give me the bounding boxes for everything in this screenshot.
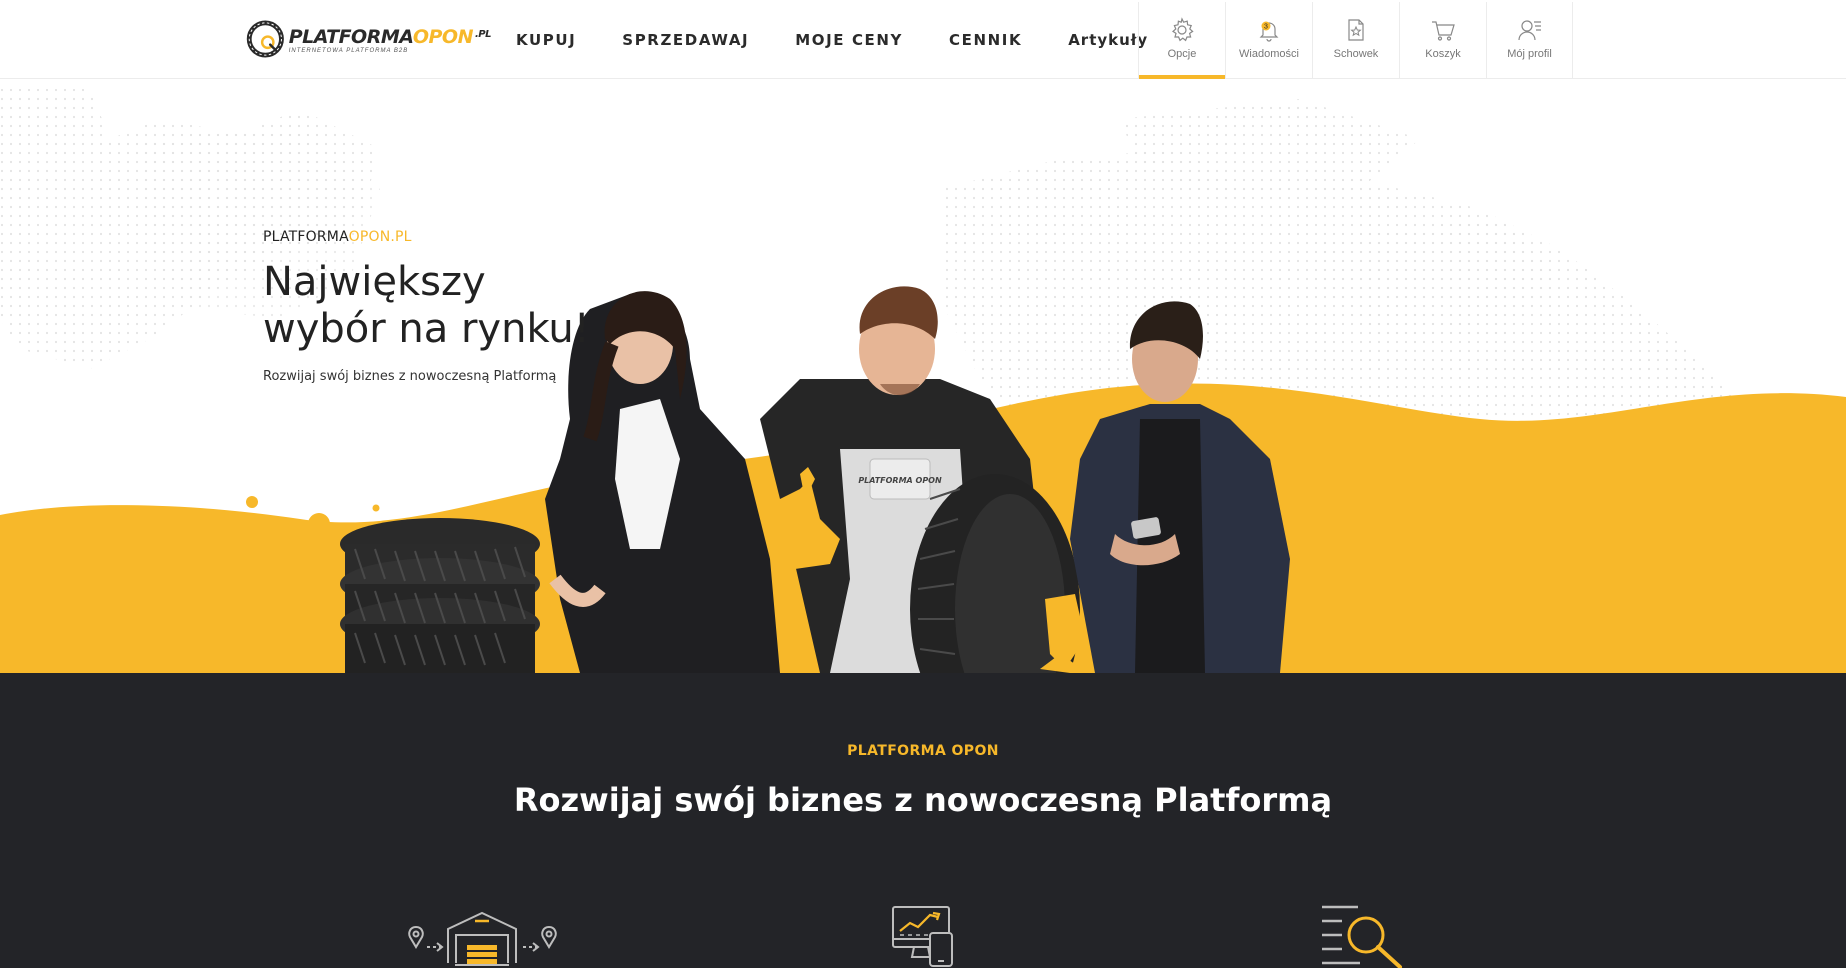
tab-moj-profil-label: Mój profil <box>1507 48 1552 60</box>
clipboard-star-icon <box>1348 19 1364 41</box>
nav-kupuj[interactable]: KUPUJ <box>516 31 576 49</box>
hero-eyebrow-accent: OPON.PL <box>348 229 412 245</box>
main-nav: KUPUJ SPRZEDAWAJ MOJE CENY CENNIK Artyku… <box>516 0 1194 79</box>
nav-sprzedawaj[interactable]: SPRZEDAWAJ <box>622 31 749 49</box>
svg-text:PLATFORMA OPON: PLATFORMA OPON <box>858 476 942 485</box>
hero-text-block: PLATFORMAOPON.PL Największy wybór na ryn… <box>263 229 593 384</box>
hero-subtitle: Rozwijaj swój biznes z nowoczesną Platfo… <box>263 369 557 384</box>
devices-analytics-icon <box>892 906 953 967</box>
tab-koszyk-label: Koszyk <box>1425 48 1461 60</box>
tab-moj-profil[interactable]: Mój profil <box>1486 2 1573 79</box>
gear-icon <box>1172 17 1194 42</box>
cart-icon <box>1432 21 1455 41</box>
hero-title: Największy wybór na rynku! <box>263 259 590 352</box>
nav-cennik[interactable]: CENNIK <box>949 31 1022 49</box>
section-title: Rozwijaj swój biznes z nowoczesną Platfo… <box>513 781 1333 819</box>
hero-eyebrow: PLATFORMAOPON.PL <box>263 229 593 245</box>
tab-opcje-label: Opcje <box>1167 48 1197 60</box>
section-eyebrow: PLATFORMA OPON <box>847 743 999 759</box>
tab-schowek-label: Schowek <box>1333 48 1379 60</box>
bell-icon: 3 <box>1259 21 1279 42</box>
tab-wiadomosci-label: Wiadomości <box>1239 48 1299 60</box>
tab-schowek[interactable]: Schowek <box>1312 2 1399 79</box>
logo-tagline: INTERNETOWA PLATFORMA B2B <box>288 47 409 54</box>
tab-wiadomosci[interactable]: 3 Wiadomości <box>1225 2 1312 79</box>
hero-banner: PLATFORMA OPON PLATFORMAOPON.PL Najwięks… <box>0 79 1846 673</box>
features-section: PLATFORMA OPON Rozwijaj swój biznes z no… <box>0 673 1846 968</box>
nav-artykuly[interactable]: Artykuły <box>1068 31 1148 49</box>
hero-eyebrow-dark: PLATFORMA <box>263 229 349 245</box>
tab-koszyk[interactable]: Koszyk <box>1399 2 1486 79</box>
warehouse-delivery-icon <box>408 911 557 966</box>
header-icon-tabs: Opcje 3 Wiadomości Schowek Koszyk Mój pr… <box>1138 2 1573 79</box>
logo-suffix: .PL <box>475 28 492 40</box>
logo-tire-icon <box>246 20 284 58</box>
logo-text-accent: OPON <box>412 25 474 48</box>
search-list-icon <box>1322 905 1402 968</box>
notification-badge: 3 <box>1264 24 1268 31</box>
nav-moje-ceny[interactable]: MOJE CENY <box>795 31 903 49</box>
site-header: PLATFORMAOPON .PL INTERNETOWA PLATFORMA B… <box>0 0 1846 79</box>
tab-opcje[interactable]: Opcje <box>1138 2 1225 79</box>
logo[interactable]: PLATFORMAOPON .PL INTERNETOWA PLATFORMA B… <box>246 14 492 64</box>
logo-text-dark: PLATFORMA <box>288 25 414 48</box>
tire-stack <box>340 518 540 673</box>
user-profile-icon <box>1517 20 1541 41</box>
